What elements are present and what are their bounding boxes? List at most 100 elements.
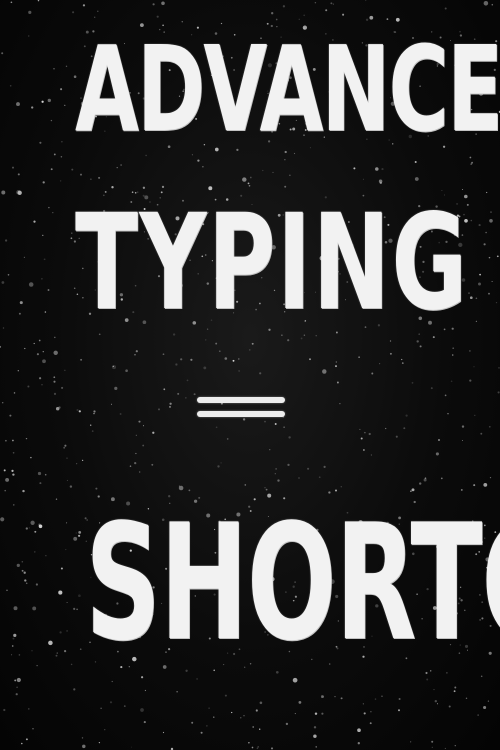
grain-speck xyxy=(93,412,95,415)
grain-speck xyxy=(39,482,42,485)
grain-speck xyxy=(497,391,500,394)
title-line-advanced: ADVANCED xyxy=(75,20,500,158)
grain-speck xyxy=(405,414,408,417)
grain-speck xyxy=(78,594,81,598)
grain-speck xyxy=(190,358,193,361)
grain-speck xyxy=(1,190,6,195)
grain-speck xyxy=(403,427,406,430)
grain-speck xyxy=(78,410,81,413)
grain-speck xyxy=(93,410,96,413)
grain-speck xyxy=(357,742,360,745)
grain-speck xyxy=(53,153,56,156)
grain-speck xyxy=(419,482,422,485)
grain-speck xyxy=(100,707,102,709)
grain-speck xyxy=(224,694,227,697)
grain-speck xyxy=(247,182,250,185)
title-line-typing: TYPING xyxy=(75,186,469,340)
grain-speck xyxy=(437,438,441,442)
grain-speck xyxy=(53,376,56,379)
grain-speck xyxy=(81,459,84,462)
grain-speck xyxy=(54,336,56,339)
grain-speck xyxy=(340,697,343,700)
grain-speck xyxy=(197,159,200,162)
grain-speck xyxy=(25,582,28,585)
grain-speck xyxy=(36,664,38,667)
grain-speck xyxy=(259,372,262,375)
grain-speck xyxy=(483,1,489,6)
grain-speck xyxy=(440,477,443,480)
grain-speck xyxy=(11,439,14,442)
grain-speck xyxy=(249,349,251,351)
grain-speck xyxy=(389,352,392,355)
grain-speck xyxy=(27,385,30,388)
grain-speck xyxy=(65,65,68,68)
grain-speck xyxy=(401,358,403,361)
grain-speck xyxy=(53,392,57,395)
grain-speck xyxy=(82,744,86,749)
grain-speck xyxy=(487,700,490,702)
grain-speck xyxy=(470,163,473,165)
grain-speck xyxy=(71,232,73,234)
grain-speck xyxy=(13,633,17,638)
grain-speck xyxy=(259,701,263,705)
grain-speck xyxy=(123,705,126,707)
grain-speck xyxy=(97,10,99,13)
grain-speck xyxy=(158,408,160,411)
grain-speck xyxy=(13,606,18,611)
grain-speck xyxy=(475,320,478,323)
grain-speck xyxy=(242,177,247,182)
grain-speck xyxy=(79,648,82,651)
grain-speck xyxy=(25,527,28,530)
grain-speck xyxy=(435,452,439,456)
grain-speck xyxy=(313,726,317,729)
grain-speck xyxy=(76,463,78,465)
grain-speck xyxy=(21,569,24,572)
grain-speck xyxy=(30,456,32,459)
grain-speck xyxy=(378,179,383,184)
grain-speck xyxy=(30,520,35,525)
grain-speck xyxy=(323,465,326,468)
grain-speck xyxy=(152,3,155,6)
grain-speck xyxy=(175,363,178,366)
grain-speck xyxy=(37,0,40,2)
grain-speck xyxy=(444,7,447,10)
grain-speck xyxy=(10,1,13,4)
grain-speck xyxy=(444,747,446,749)
grain-speck xyxy=(218,350,221,353)
grain-speck xyxy=(162,731,165,734)
grain-speck xyxy=(240,717,242,719)
grain-speck xyxy=(480,432,483,435)
grain-speck xyxy=(314,1,317,4)
grain-speck xyxy=(444,394,447,397)
grain-speck xyxy=(433,689,435,691)
grain-speck xyxy=(215,342,218,345)
grain-speck xyxy=(325,9,328,12)
grain-speck xyxy=(144,689,146,692)
grain-speck xyxy=(64,369,66,371)
grain-speck xyxy=(33,342,35,345)
grain-speck xyxy=(111,365,117,370)
grain-speck xyxy=(489,476,492,479)
grain-speck xyxy=(257,746,259,748)
grain-speck xyxy=(0,517,5,522)
grain-speck xyxy=(65,549,67,551)
grain-speck xyxy=(71,168,74,171)
grain-speck xyxy=(28,527,31,529)
grain-speck xyxy=(78,534,81,537)
grain-speck xyxy=(313,734,317,738)
grain-speck xyxy=(42,351,44,353)
grain-speck xyxy=(474,414,476,417)
grain-speck xyxy=(375,167,379,171)
grain-speck xyxy=(42,234,44,237)
separator-dash-top xyxy=(197,397,285,403)
grain-speck xyxy=(488,292,490,295)
grain-speck xyxy=(23,256,25,258)
grain-speck xyxy=(44,311,47,313)
grain-speck xyxy=(42,359,46,364)
grain-speck xyxy=(55,498,58,500)
grain-speck xyxy=(90,424,92,426)
grain-speck xyxy=(16,102,20,107)
grain-speck xyxy=(469,296,473,300)
grain-speck xyxy=(135,350,138,353)
grain-speck xyxy=(215,426,218,429)
